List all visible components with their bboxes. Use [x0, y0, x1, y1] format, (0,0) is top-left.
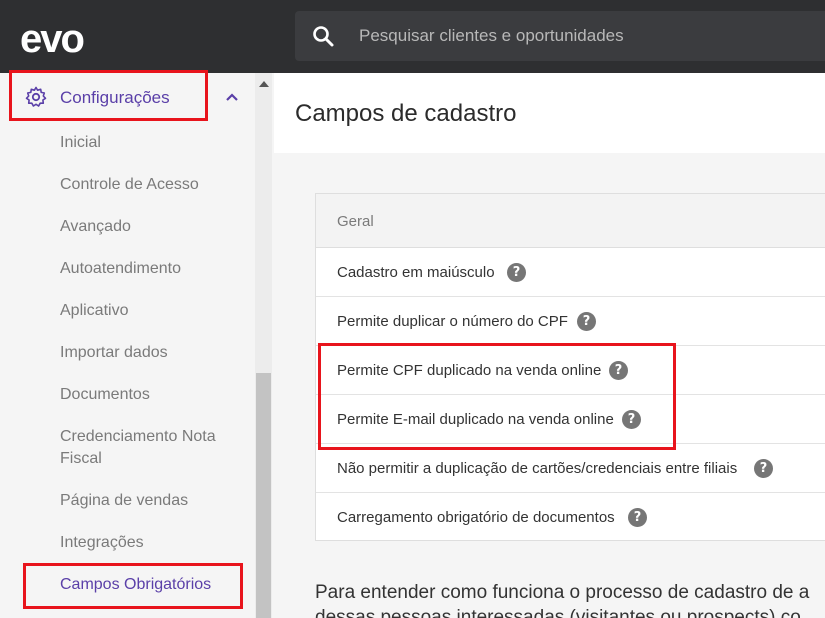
sidebar-item-importar-dados[interactable]: Importar dados [60, 342, 240, 364]
setting-row: Cadastro em maiúsculo ? [316, 248, 825, 297]
scroll-up-arrow-icon[interactable] [259, 81, 269, 87]
sidebar-scrollbar[interactable] [255, 73, 272, 618]
evo-logo[interactable]: evo [20, 16, 104, 58]
sidebar-item-inicial[interactable]: Inicial [60, 132, 240, 154]
search-input[interactable] [359, 11, 819, 61]
settings-card: Geral Cadastro em maiúsculo ? Permite du… [315, 193, 825, 541]
gear-icon [25, 86, 47, 107]
help-icon[interactable]: ? [609, 361, 628, 380]
setting-label: Carregamento obrigatório de documentos [337, 509, 615, 526]
chevron-up-icon[interactable] [224, 90, 240, 104]
sidebar-item-campos-obrigatorios[interactable]: Campos Obrigatórios [60, 574, 240, 596]
help-icon[interactable]: ? [628, 508, 647, 527]
search-icon[interactable] [311, 24, 335, 48]
setting-row: Permite duplicar o número do CPF ? [316, 297, 825, 346]
setting-row: Não permitir a duplicação de cartões/cre… [316, 444, 825, 493]
setting-label: Não permitir a duplicação de cartões/cre… [337, 460, 738, 477]
page-title: Campos de cadastro [295, 100, 517, 127]
help-icon[interactable]: ? [622, 410, 641, 429]
sidebar-section-label: Configurações [60, 88, 170, 107]
sidebar-item-controle-de-acesso[interactable]: Controle de Acesso [60, 174, 240, 196]
setting-label: Permite CPF duplicado na venda online [337, 362, 602, 379]
svg-text:evo: evo [20, 17, 83, 58]
setting-row: Carregamento obrigatório de documentos ? [316, 493, 825, 542]
help-icon[interactable]: ? [754, 459, 773, 478]
main-content: Campos de cadastro Geral Cadastro em mai… [274, 73, 825, 618]
card-header-label: Geral [337, 213, 374, 230]
setting-label: Permite E-mail duplicado na venda online [337, 411, 614, 428]
sidebar-item-aplicativo[interactable]: Aplicativo [60, 300, 240, 322]
sidebar-item-avancado[interactable]: Avançado [60, 216, 240, 238]
card-header: Geral [316, 194, 825, 248]
content-header: Campos de cadastro [274, 73, 825, 153]
info-paragraph: Para entender como funciona o processo d… [315, 580, 825, 618]
scrollbar-thumb[interactable] [256, 373, 271, 618]
sidebar-item-pagina-de-vendas[interactable]: Página de vendas [60, 490, 240, 512]
setting-row: Permite CPF duplicado na venda online ? [316, 346, 825, 395]
help-icon[interactable]: ? [577, 312, 596, 331]
help-icon[interactable]: ? [507, 263, 526, 282]
info-line: dessas pessoas interessadas (visitantes … [315, 607, 801, 618]
sidebar-item-credenciamento-nota-fiscal[interactable]: Credenciamento Nota Fiscal [60, 426, 230, 470]
sidebar-item-integracoes[interactable]: Integrações [60, 532, 240, 554]
search-bar[interactable] [295, 11, 825, 61]
sidebar-item-documentos[interactable]: Documentos [60, 384, 240, 406]
sidebar: Configurações Inicial Controle de Acesso… [0, 73, 274, 618]
info-line: Para entender como funciona o processo d… [315, 582, 810, 603]
top-bar: evo [0, 0, 825, 73]
sidebar-item-autoatendimento[interactable]: Autoatendimento [60, 258, 240, 280]
setting-label: Cadastro em maiúsculo [337, 264, 495, 281]
setting-row: Permite E-mail duplicado na venda online… [316, 395, 825, 444]
sidebar-section-configuracoes[interactable]: Configurações [10, 73, 238, 121]
setting-label: Permite duplicar o número do CPF [337, 313, 568, 330]
